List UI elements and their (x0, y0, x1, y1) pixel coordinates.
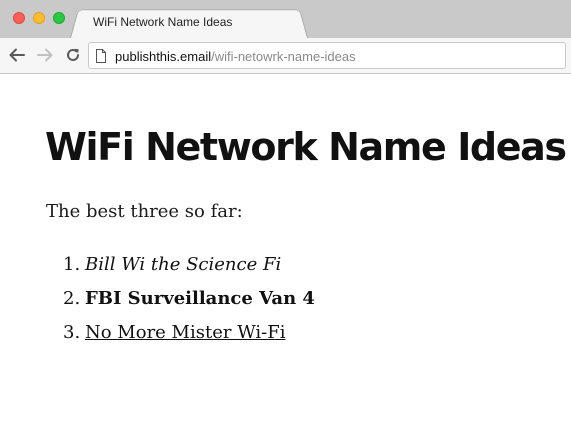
tab-title[interactable]: WiFi Network Name Ideas (93, 15, 232, 29)
list-item-text: Bill Wi the Science Fi (85, 254, 282, 275)
intro-text: The best three so far: (46, 201, 243, 222)
maximize-window-button[interactable] (53, 12, 65, 24)
url-path: /wifi-netowrk-name-ideas (211, 49, 356, 64)
browser-window: WiFi Network Name Ideas publishthis.emai… (0, 0, 571, 423)
page-icon (96, 49, 106, 63)
list-item: 3. No More Mister Wi-Fi (63, 321, 315, 355)
list-item: 1. Bill Wi the Science Fi (63, 253, 315, 287)
reload-icon (67, 48, 79, 61)
url-text[interactable]: publishthis.email/wifi-netowrk-name-idea… (115, 49, 356, 64)
url-host: publishthis.email (115, 49, 212, 64)
list-item-link[interactable]: No More Mister Wi-Fi (85, 322, 285, 343)
address-bar[interactable]: publishthis.email/wifi-netowrk-name-idea… (88, 42, 566, 69)
page-title: WiFi Network Name Ideas (45, 125, 567, 169)
ideas-list: 1. Bill Wi the Science Fi 2. FBI Surveilla… (63, 253, 315, 355)
list-item: 2. FBI Surveillance Van 4 (63, 287, 315, 321)
arrow-left-icon (9, 48, 25, 62)
minimize-window-button[interactable] (33, 12, 45, 24)
list-item-number: 2. (63, 288, 81, 309)
title-bar: WiFi Network Name Ideas (0, 0, 571, 38)
forward-button[interactable] (34, 45, 56, 65)
browser-toolbar: publishthis.email/wifi-netowrk-name-idea… (0, 38, 571, 74)
arrow-right-icon (37, 48, 53, 62)
back-button[interactable] (6, 45, 28, 65)
list-item-number: 3. (63, 322, 81, 343)
page-content: WiFi Network Name Ideas The best three s… (0, 75, 571, 423)
close-window-button[interactable] (13, 12, 25, 24)
list-item-text: FBI Surveillance Van 4 (85, 288, 315, 309)
list-item-number: 1. (63, 254, 81, 275)
reload-button[interactable] (62, 45, 84, 65)
